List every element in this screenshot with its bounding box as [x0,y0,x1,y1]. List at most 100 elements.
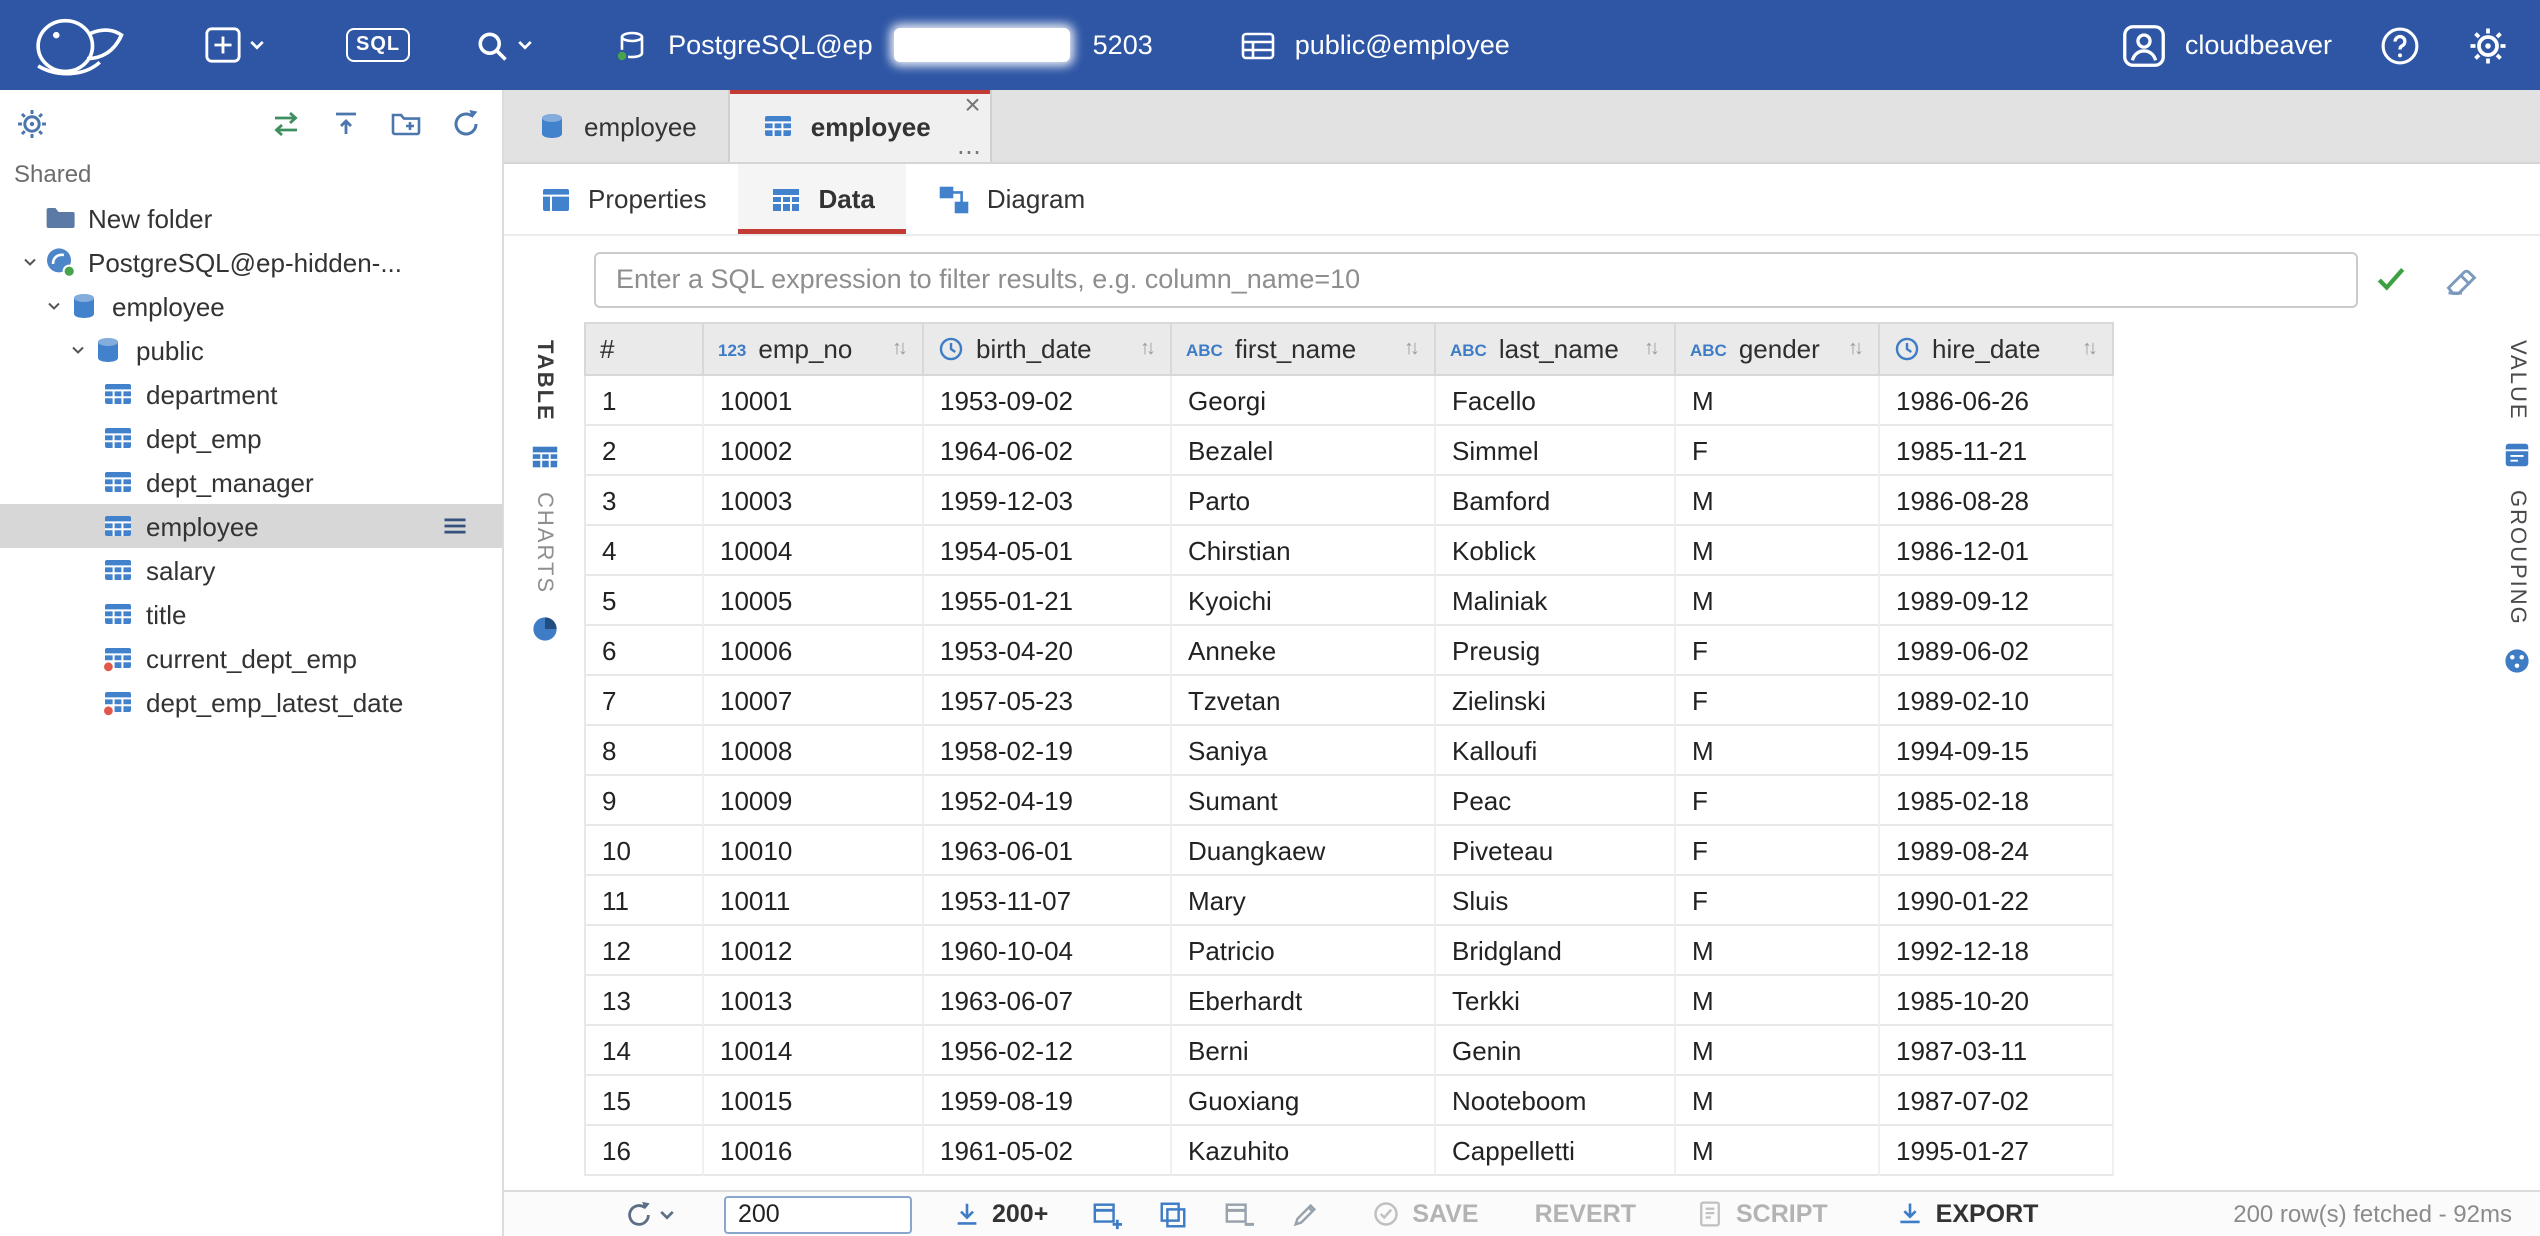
data-cell[interactable]: M [1676,1026,1880,1076]
data-cell[interactable]: Maliniak [1436,576,1676,626]
data-cell[interactable]: Preusig [1436,626,1676,676]
add-row-button[interactable] [1092,1199,1122,1229]
data-cell[interactable]: M [1676,1126,1880,1176]
data-cell[interactable]: Kazuhito [1172,1126,1436,1176]
row-menu-icon[interactable] [440,512,470,540]
sync-connection-icon[interactable] [270,107,302,139]
data-cell[interactable]: Kalloufi [1436,726,1676,776]
tree-item-dept-manager[interactable]: dept_manager [0,460,502,504]
edit-cell-button[interactable] [1290,1199,1320,1229]
tab-properties[interactable]: Properties [508,164,739,234]
export-button[interactable]: EXPORT [1896,1200,2039,1228]
data-cell[interactable]: Mary [1172,876,1436,926]
data-cell[interactable]: 1987-03-11 [1880,1026,2114,1076]
data-cell[interactable]: 1992-12-18 [1880,926,2114,976]
tree-item-new-folder[interactable]: New folder [0,196,502,240]
data-cell[interactable]: 1987-07-02 [1880,1076,2114,1126]
data-cell[interactable]: F [1676,626,1880,676]
grouping-panel-icon[interactable] [2502,646,2532,676]
data-cell[interactable]: 1986-06-26 [1880,376,2114,426]
data-cell[interactable]: M [1676,726,1880,776]
data-cell[interactable]: Patricio [1172,926,1436,976]
data-cell[interactable]: Eberhardt [1172,976,1436,1026]
tab-employee-table[interactable]: employee × ⋯ [731,90,993,162]
sort-icon[interactable]: ↑↓ [892,338,908,360]
tree-item-dept-emp[interactable]: dept_emp [0,416,502,460]
data-cell[interactable]: 1989-06-02 [1880,626,2114,676]
tab-charts-presentation[interactable]: CHARTS [532,492,556,594]
tree-item-title[interactable]: title [0,592,502,636]
add-folder-icon[interactable] [390,107,422,139]
data-cell[interactable]: 1989-08-24 [1880,826,2114,876]
expand-chevron-icon[interactable] [64,340,90,360]
row-index-cell[interactable]: 9 [584,776,704,826]
tab-grouping-panel[interactable]: GROUPING [2505,491,2529,627]
data-cell[interactable]: M [1676,476,1880,526]
value-panel-icon[interactable] [2502,441,2532,471]
data-cell[interactable]: 1963-06-07 [924,976,1172,1026]
column-header-birth_date[interactable]: birth_date↑↓ [924,324,1172,374]
cloudbeaver-logo-icon[interactable] [20,5,136,85]
data-cell[interactable]: Sluis [1436,876,1676,926]
data-cell[interactable]: Facello [1436,376,1676,426]
data-cell[interactable]: Piveteau [1436,826,1676,876]
tree-item-department[interactable]: department [0,372,502,416]
script-button[interactable]: SCRIPT [1696,1200,1828,1228]
data-cell[interactable]: 10010 [704,826,924,876]
navigator-settings-icon[interactable] [16,107,48,139]
table-presentation-icon[interactable] [529,442,559,472]
tree-item-current-dept-emp[interactable]: current_dept_emp [0,636,502,680]
sort-icon[interactable]: ↑↓ [1140,338,1156,360]
data-cell[interactable]: Sumant [1172,776,1436,826]
row-index-cell[interactable]: 16 [584,1126,704,1176]
data-cell[interactable]: 10002 [704,426,924,476]
data-cell[interactable]: 10007 [704,676,924,726]
row-index-cell[interactable]: 6 [584,626,704,676]
tree-item-postgresql-ep-hidden[interactable]: PostgreSQL@ep-hidden-... [0,240,502,284]
data-cell[interactable]: Tzvetan [1172,676,1436,726]
data-cell[interactable]: F [1676,676,1880,726]
data-cell[interactable]: 1956-02-12 [924,1026,1172,1076]
row-index-cell[interactable]: 1 [584,376,704,426]
data-cell[interactable]: Anneke [1172,626,1436,676]
row-index-cell[interactable]: 14 [584,1026,704,1076]
row-index-cell[interactable]: 7 [584,676,704,726]
delete-row-button[interactable] [1224,1199,1254,1229]
data-cell[interactable]: 1957-05-23 [924,676,1172,726]
column-header-first_name[interactable]: ABCfirst_name↑↓ [1172,324,1436,374]
revert-button[interactable]: REVERT [1535,1200,1636,1228]
data-cell[interactable]: 10005 [704,576,924,626]
data-cell[interactable]: 10006 [704,626,924,676]
data-cell[interactable]: 1953-04-20 [924,626,1172,676]
close-icon[interactable]: × [964,90,980,118]
row-index-cell[interactable]: 10 [584,826,704,876]
data-cell[interactable]: 1963-06-01 [924,826,1172,876]
data-cell[interactable]: M [1676,926,1880,976]
data-cell[interactable]: Guoxiang [1172,1076,1436,1126]
data-cell[interactable]: Chirstian [1172,526,1436,576]
data-cell[interactable]: 10001 [704,376,924,426]
tab-table-presentation[interactable]: TABLE [532,340,556,422]
tab-value-panel[interactable]: VALUE [2505,340,2529,421]
expand-chevron-icon[interactable] [40,296,66,316]
refresh-tree-icon[interactable] [450,107,482,139]
clear-filter-icon[interactable] [2444,261,2480,297]
fetch-next-page-button[interactable]: 200+ [952,1199,1048,1229]
data-cell[interactable]: 1986-08-28 [1880,476,2114,526]
data-cell[interactable]: 10012 [704,926,924,976]
tree-item-dept-emp-latest-date[interactable]: dept_emp_latest_date [0,680,502,724]
data-cell[interactable]: Terkki [1436,976,1676,1026]
data-cell[interactable]: M [1676,576,1880,626]
row-index-cell[interactable]: 13 [584,976,704,1026]
data-cell[interactable]: 1952-04-19 [924,776,1172,826]
row-index-cell[interactable]: 12 [584,926,704,976]
sort-icon[interactable]: ↑↓ [1848,338,1864,360]
data-cell[interactable]: 10016 [704,1126,924,1176]
row-index-cell[interactable]: 3 [584,476,704,526]
data-cell[interactable]: Saniya [1172,726,1436,776]
data-cell[interactable]: Kyoichi [1172,576,1436,626]
data-cell[interactable]: 1985-10-20 [1880,976,2114,1026]
data-cell[interactable]: 1960-10-04 [924,926,1172,976]
data-cell[interactable]: Nooteboom [1436,1076,1676,1126]
data-cell[interactable]: Bridgland [1436,926,1676,976]
